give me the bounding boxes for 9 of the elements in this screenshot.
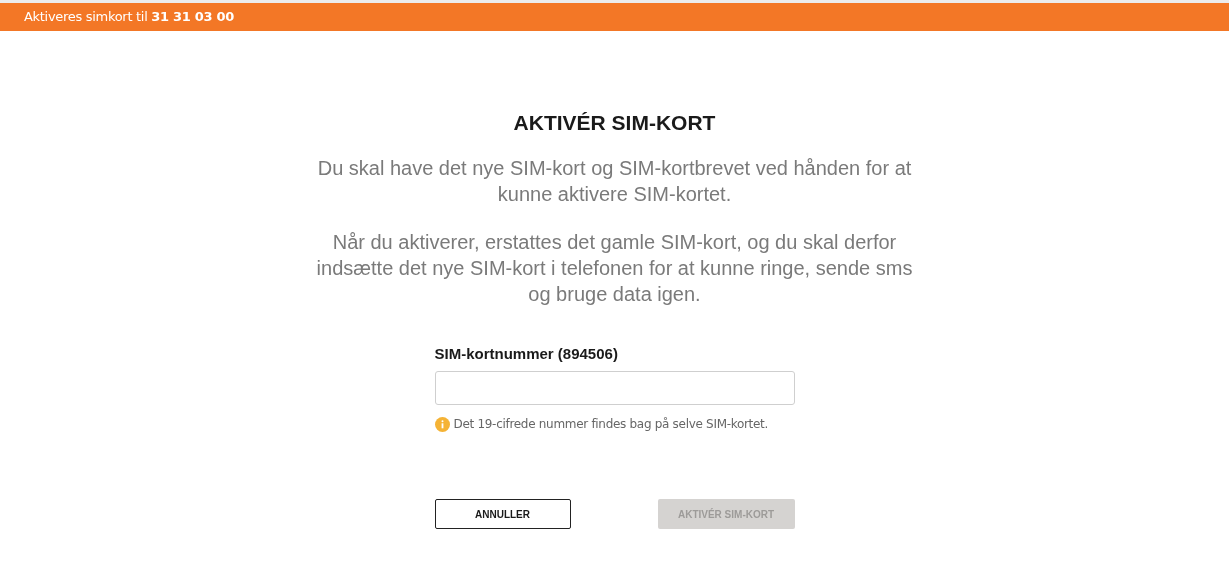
info-paragraph: Når du aktiverer, erstattes det gamle SIM-kort, og du skal derfor indsætte det nye SIM-kort i telefonen for at kunne ringe, sende sms og bruge data igen. — [315, 229, 914, 307]
info-paragraph: Du skal have det nye SIM-kort og SIM-kortbrevet ved hånden for at kunne aktivere SIM-kortet. — [316, 155, 913, 207]
page-title: AKTIVÉR SIM-KORT — [513, 110, 716, 136]
hint-text: Det 19-cifrede nummer findes bag på selve SIM-kortet. — [453, 416, 769, 433]
sim-number-field[interactable] — [434, 371, 795, 405]
field-label: SIM-kortnummer (894506) — [434, 343, 619, 364]
cancel-button[interactable]: ANNULLER — [434, 499, 571, 529]
banner-text: Aktiveres simkort til 31 31 03 00 — [24, 8, 234, 27]
info-icon — [434, 416, 450, 432]
